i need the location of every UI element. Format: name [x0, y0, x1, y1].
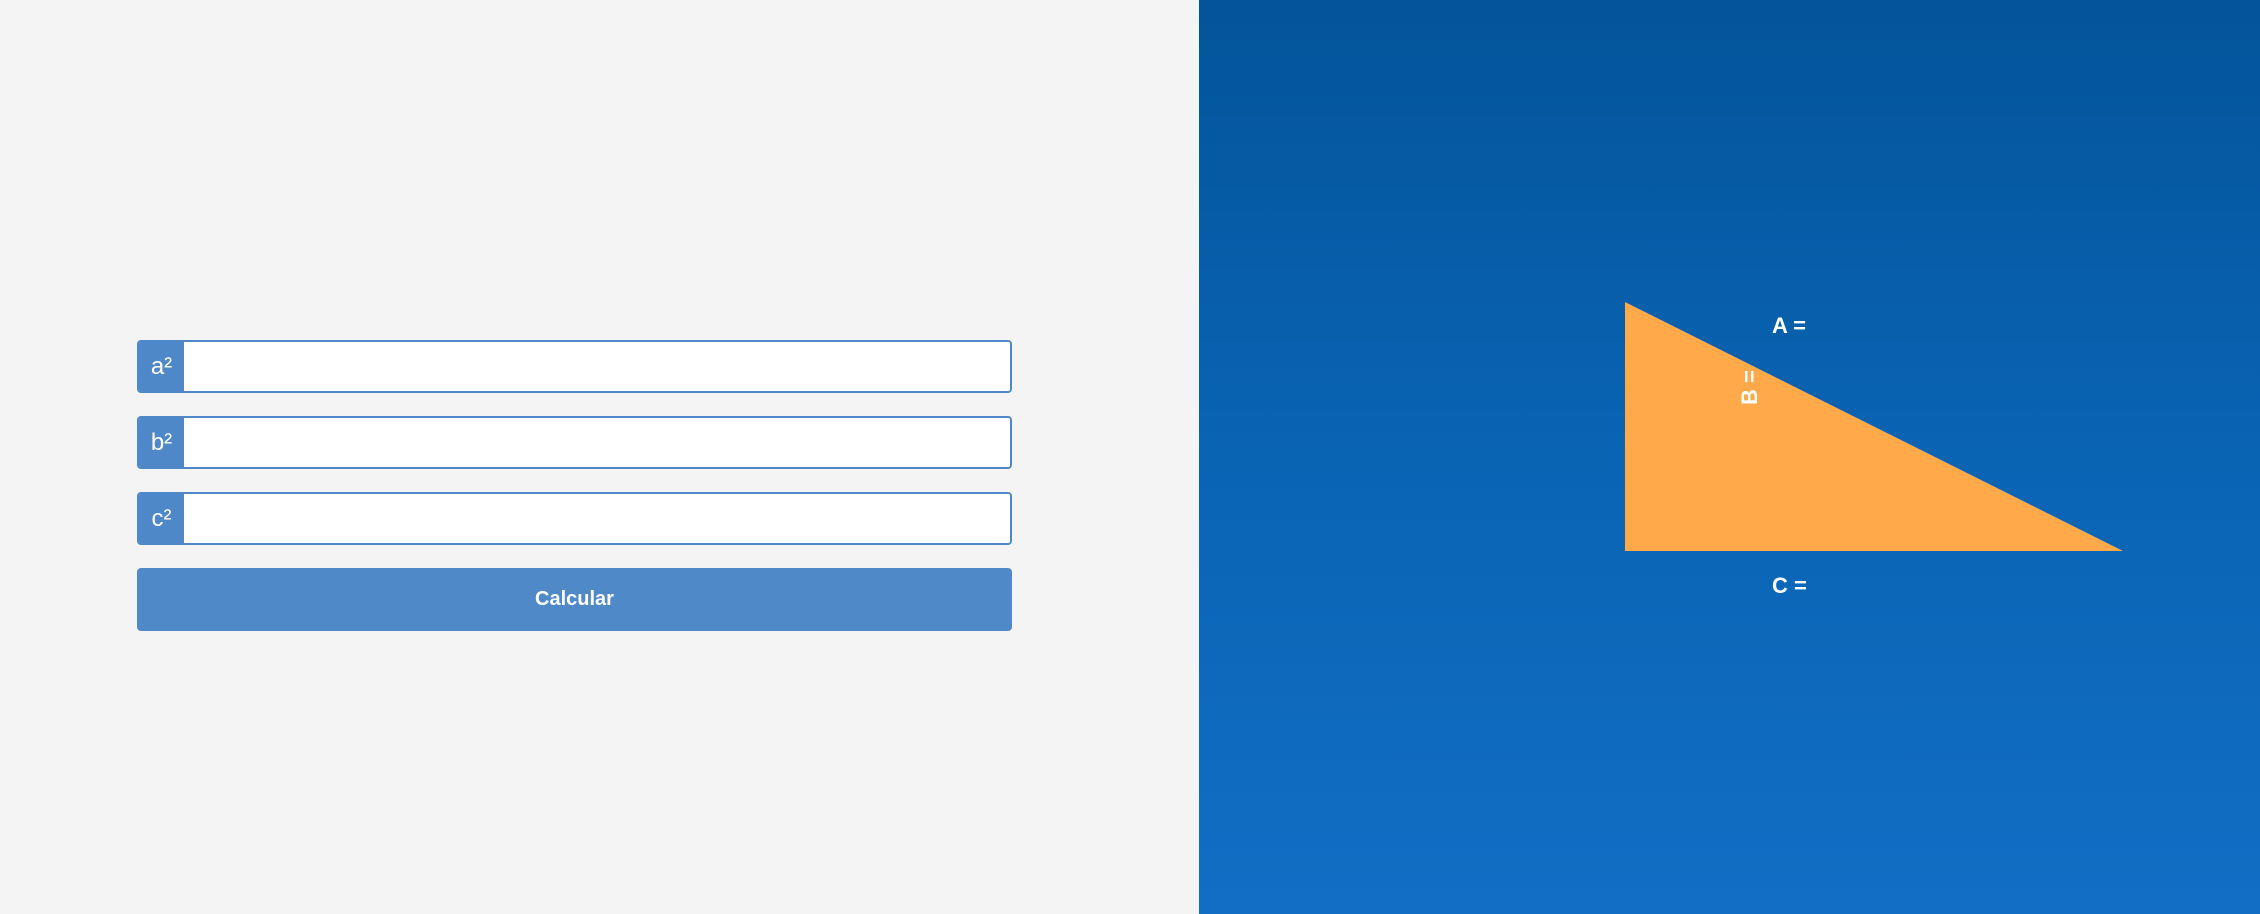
calculator-form: a² b² c² Calcular: [137, 340, 1012, 631]
right-triangle: [1625, 302, 2123, 551]
triangle-diagram: [1625, 302, 2123, 551]
a-squared-input[interactable]: [184, 342, 1010, 391]
side-a-label: A =: [1772, 313, 1807, 338]
b-squared-input[interactable]: [184, 418, 1010, 467]
a-squared-group: a²: [137, 340, 1012, 393]
c-squared-group: c²: [137, 492, 1012, 545]
c-squared-label: c²: [139, 494, 184, 543]
c-squared-input[interactable]: [184, 494, 1010, 543]
calculator-panel: a² b² c² Calcular: [0, 0, 1199, 914]
b-squared-group: b²: [137, 416, 1012, 469]
a-squared-label: a²: [139, 342, 184, 391]
page: a² b² c² Calcular A = B = C =: [0, 0, 2260, 914]
calculate-button[interactable]: Calcular: [137, 568, 1012, 631]
b-squared-label: b²: [139, 418, 184, 467]
side-c-label: C =: [1772, 573, 1807, 598]
triangle-diagram-panel: A = B = C =: [1199, 0, 2260, 914]
side-b-label: B =: [1737, 370, 1762, 405]
